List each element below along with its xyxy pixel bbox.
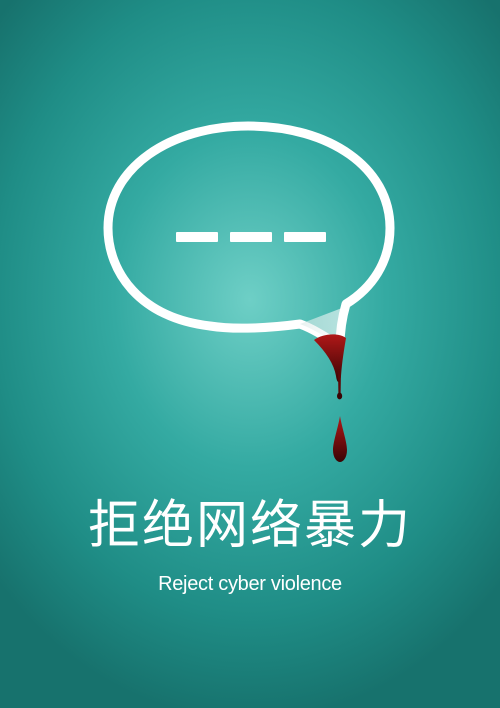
poster-title-chinese: 拒绝网络暴力 <box>87 496 412 556</box>
blood-drop-icon <box>314 334 347 462</box>
ellipsis-dashes-icon <box>176 232 326 242</box>
poster: 拒绝网络暴力 Reject cyber violence <box>0 0 500 708</box>
speech-bubble-illustration <box>103 121 395 462</box>
poster-title-english: Reject cyber violence <box>158 573 342 595</box>
